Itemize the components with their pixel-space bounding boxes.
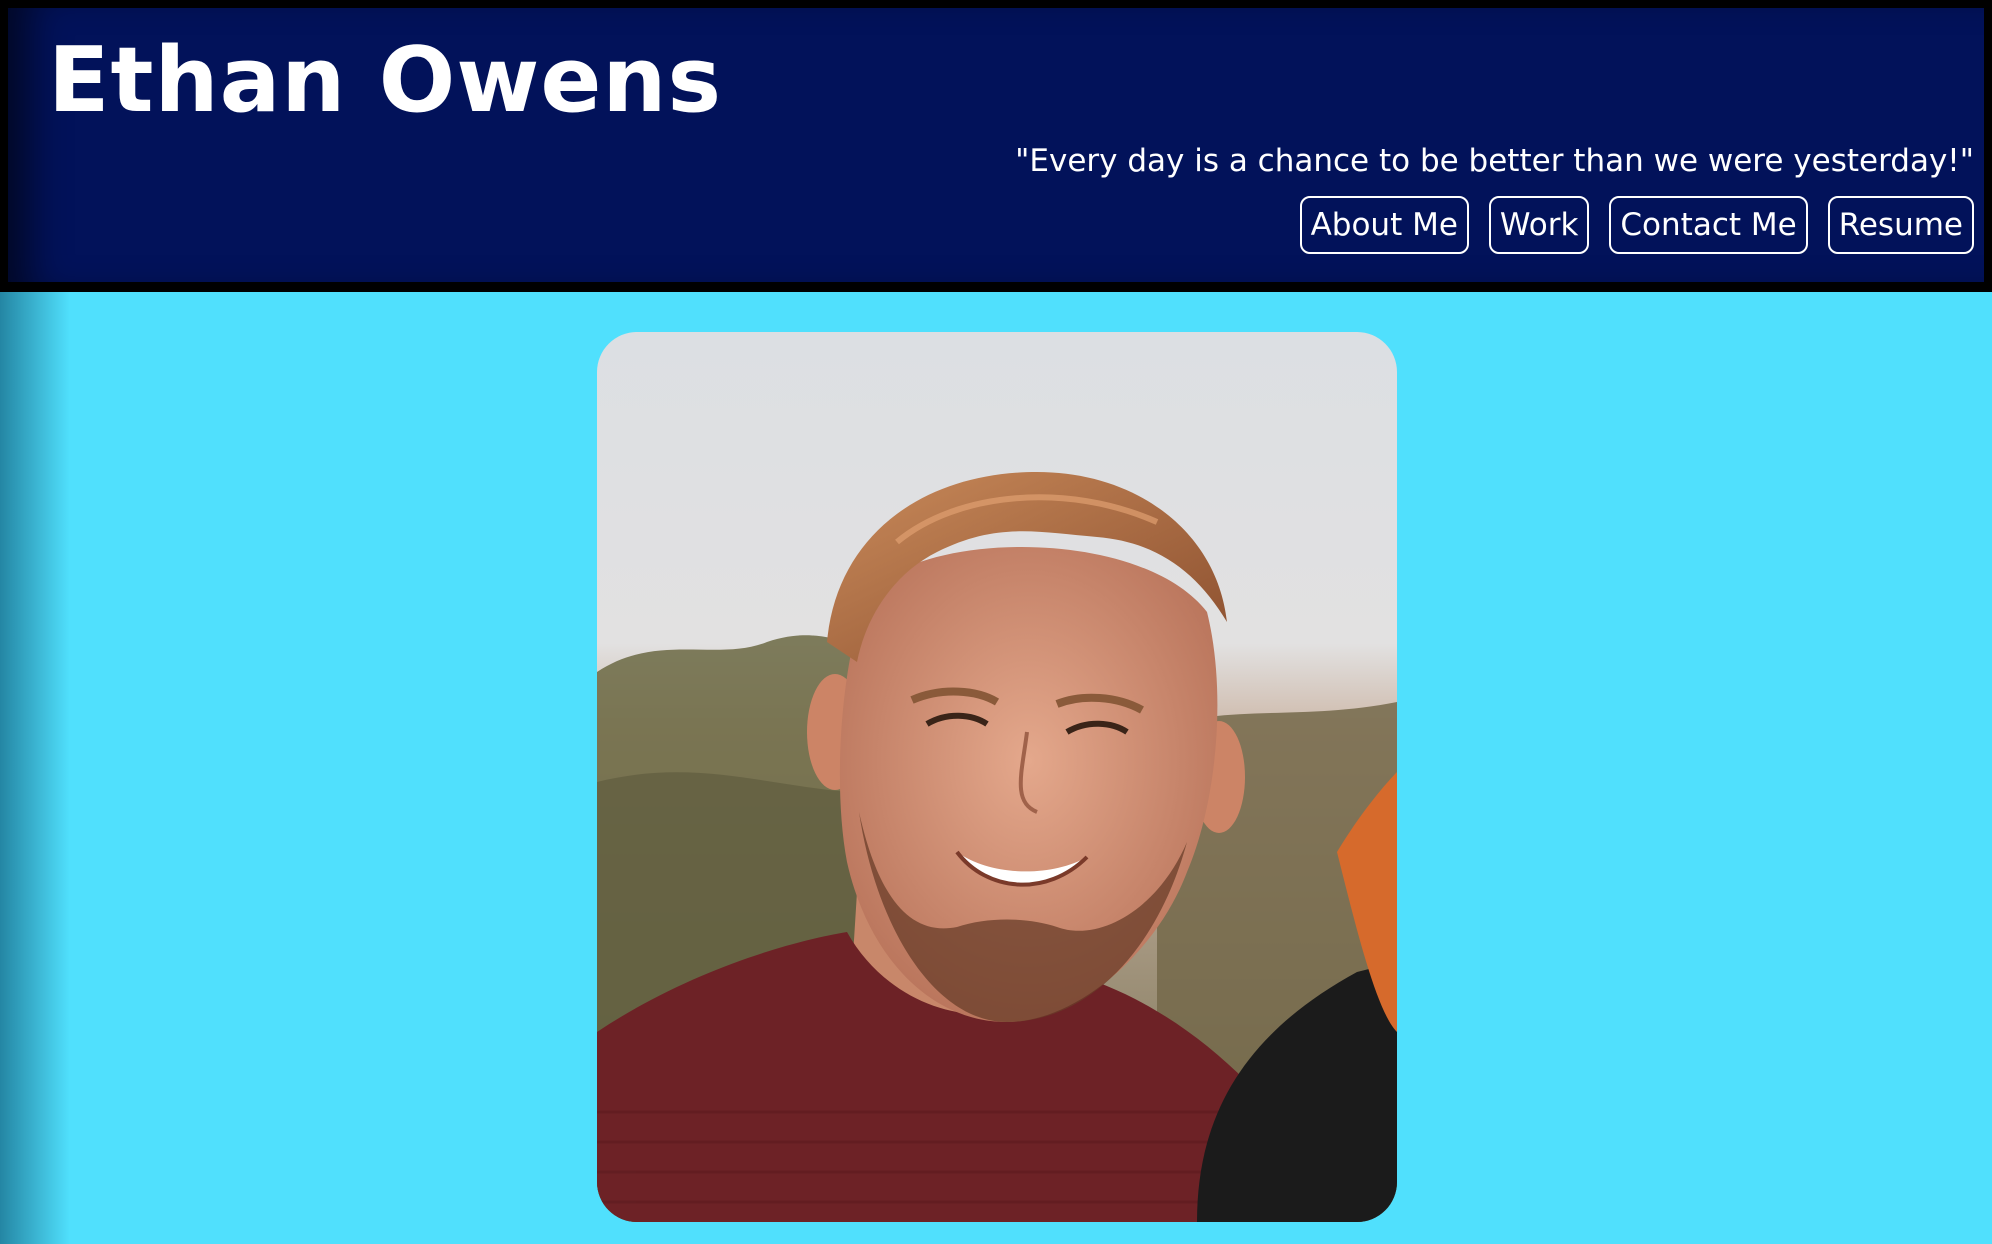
nav-link-resume[interactable]: Resume bbox=[1827, 196, 1974, 254]
nav-link-work[interactable]: Work bbox=[1488, 196, 1590, 254]
header-bar: Ethan Owens "Every day is a chance to be… bbox=[8, 8, 1984, 282]
profile-photo-illustration bbox=[597, 332, 1397, 1222]
site-title: Ethan Owens bbox=[48, 28, 723, 133]
main-content bbox=[0, 292, 1992, 1244]
profile-photo bbox=[597, 332, 1397, 1222]
tagline-quote: "Every day is a chance to be better than… bbox=[1015, 143, 1974, 179]
site-header: Ethan Owens "Every day is a chance to be… bbox=[0, 0, 1992, 292]
main-nav: About Me Work Contact Me Resume bbox=[1299, 196, 1974, 254]
nav-link-contact-me[interactable]: Contact Me bbox=[1609, 196, 1808, 254]
nav-link-about-me[interactable]: About Me bbox=[1299, 196, 1469, 254]
